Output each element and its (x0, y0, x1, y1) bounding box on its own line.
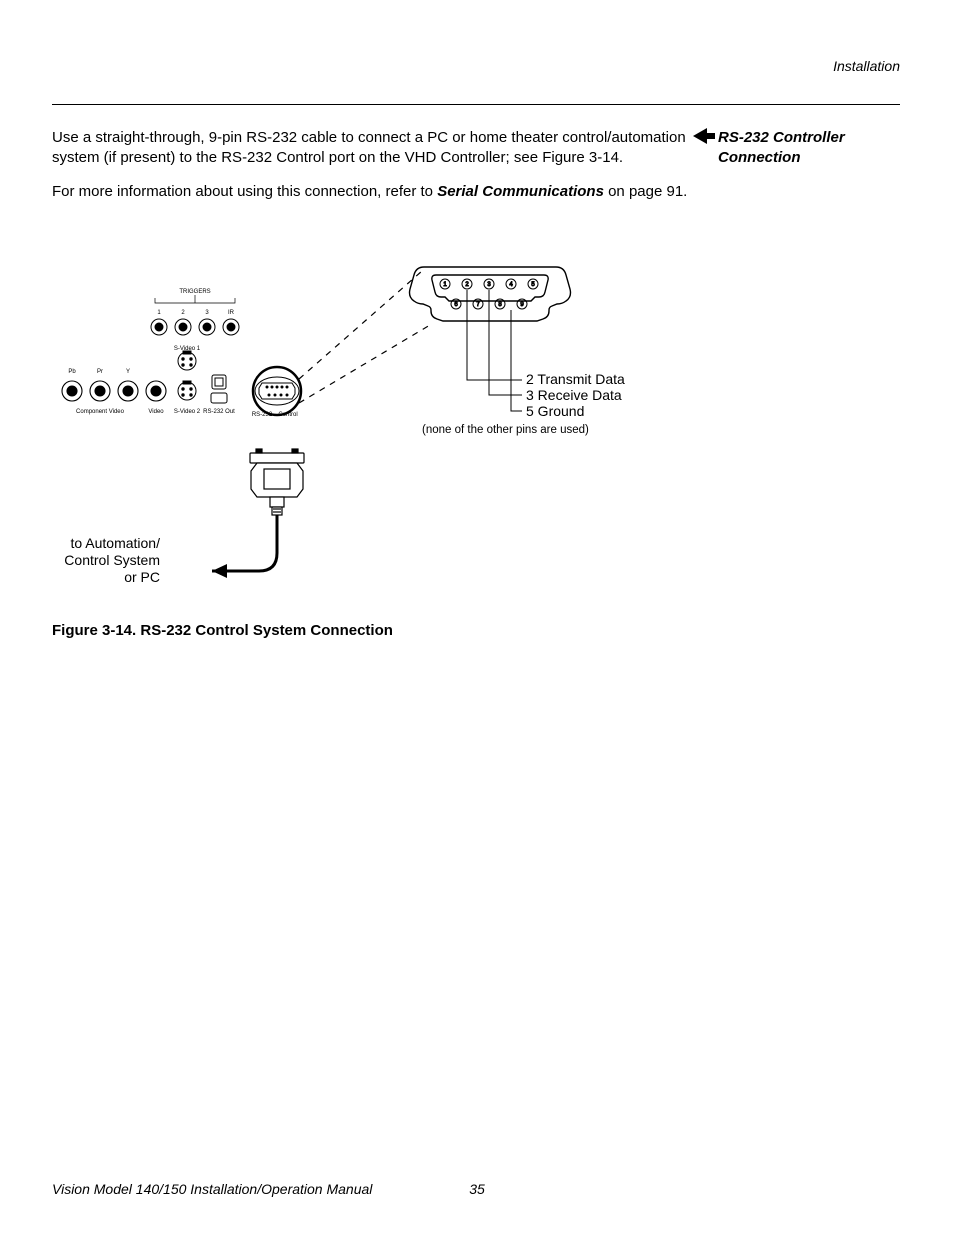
side-arrow-icon (693, 128, 715, 147)
label-triggers: TRIGGERS (179, 289, 210, 295)
db9-pin2: 2 (465, 282, 469, 288)
to-automation-l2: Control System (64, 552, 160, 568)
db9-pin5: 5 (531, 282, 535, 288)
p1-text: Use a straight-through, 9-pin RS-232 cab… (52, 129, 686, 166)
label-rs232out: RS-232 Out (203, 409, 235, 415)
label-component: Component Video (76, 409, 125, 415)
p2-a: For more information about using this co… (52, 183, 437, 200)
db9-pin3: 3 (487, 282, 491, 288)
page: Installation RS-232 Controller Connectio… (0, 0, 954, 1235)
paragraph-2: For more information about using this co… (52, 182, 692, 202)
header-rule (52, 104, 900, 105)
label-rs232: RS-232 (252, 412, 273, 418)
footer-page-number: 35 (0, 1181, 954, 1197)
callout-pin3: 3 Receive Data (526, 387, 622, 403)
label-svideo1: S-Video 1 (174, 346, 201, 352)
db9-closeup (410, 267, 571, 323)
label-pb: Pb (68, 369, 76, 375)
label-trig-3: 3 (205, 310, 209, 316)
p2-ref: Serial Communications (437, 183, 604, 200)
figure-caption: Figure 3-14. RS-232 Control System Conne… (52, 622, 393, 639)
figure-3-14: TRIGGERS 1 2 3 IR Pb Pr Y (52, 253, 692, 593)
callout-none: (none of the other pins are used) (422, 424, 589, 436)
paragraph-1: Use a straight-through, 9-pin RS-232 cab… (52, 128, 692, 168)
label-video: Video (148, 409, 164, 415)
label-trig-2: 2 (181, 310, 185, 316)
side-heading: RS-232 Controller Connection (718, 128, 908, 167)
label-control: Control (278, 412, 297, 418)
db9-pin4: 4 (509, 282, 513, 288)
p2-c: on page 91. (604, 183, 687, 200)
side-heading-line1: RS-232 Controller (718, 129, 845, 146)
label-ir: IR (228, 310, 235, 316)
label-y: Y (126, 369, 130, 375)
db9-pin1: 1 (443, 282, 447, 288)
db9-pin9: 9 (520, 302, 524, 308)
db9-pin8: 8 (498, 302, 502, 308)
running-head: Installation (833, 58, 900, 74)
db9-pin6: 6 (454, 302, 458, 308)
label-svideo2: S-Video 2 (174, 409, 201, 415)
label-trig-1: 1 (157, 310, 161, 316)
to-automation-l1: to Automation/ (70, 535, 160, 551)
label-pr: Pr (97, 369, 103, 375)
db9-pin7: 7 (476, 302, 480, 308)
body-text: Use a straight-through, 9-pin RS-232 cab… (52, 128, 692, 215)
to-automation-l3: or PC (124, 569, 160, 585)
callout-pin2: 2 Transmit Data (526, 371, 625, 387)
callout-pin5: 5 Ground (526, 403, 584, 419)
side-heading-line2: Connection (718, 149, 801, 166)
